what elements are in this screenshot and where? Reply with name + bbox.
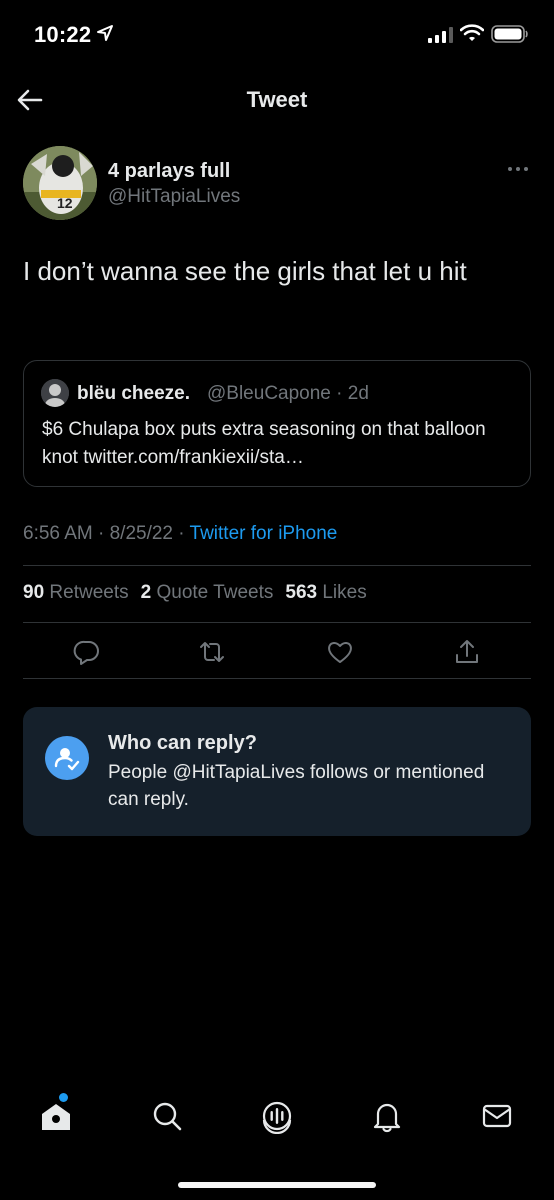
divider bbox=[23, 622, 531, 623]
page-title: Tweet bbox=[246, 87, 308, 112]
author-avatar[interactable]: 12 bbox=[23, 146, 97, 220]
quoted-tweet-text: $6 Chulapa box puts extra seasoning on t… bbox=[42, 419, 486, 468]
bottom-tab-bar bbox=[0, 1090, 554, 1146]
search-icon[interactable] bbox=[149, 1098, 185, 1134]
avatar-photo-icon: 12 bbox=[23, 146, 97, 220]
retweet-icon[interactable] bbox=[198, 638, 226, 666]
likes-count: 563 bbox=[285, 582, 318, 603]
like-heart-icon[interactable] bbox=[326, 638, 354, 666]
share-icon[interactable] bbox=[453, 638, 481, 666]
user-check-icon bbox=[54, 748, 80, 771]
status-bar: 10:22 bbox=[0, 0, 554, 66]
svg-text:12: 12 bbox=[57, 195, 73, 211]
likes-label: Likes bbox=[322, 582, 367, 603]
tweet-timestamp: 6:56 AM · 8/25/22 · Twitter for iPhone bbox=[23, 523, 337, 545]
messages-envelope-icon[interactable] bbox=[479, 1098, 515, 1134]
who-can-reply-title: Who can reply? bbox=[108, 732, 257, 754]
retweets-stat[interactable]: 90 Retweets bbox=[23, 582, 129, 603]
quoted-author-handle: @BleuCapone · 2d bbox=[207, 383, 369, 404]
navigation-bar: Tweet bbox=[0, 74, 554, 124]
tweet-text: I don’t wanna see the girls that let u h… bbox=[23, 256, 467, 286]
retweets-count: 90 bbox=[23, 582, 45, 603]
who-can-reply-badge bbox=[45, 736, 89, 780]
cellular-signal-icon bbox=[428, 27, 453, 43]
home-notification-dot bbox=[59, 1093, 68, 1102]
author-handle[interactable]: @HitTapiaLives bbox=[108, 186, 240, 208]
likes-stat[interactable]: 563 Likes bbox=[285, 582, 366, 603]
who-can-reply-description: People @HitTapiaLives follows or mention… bbox=[108, 762, 485, 810]
who-can-reply-card: Who can reply? People @HitTapiaLives fol… bbox=[23, 707, 531, 836]
home-indicator[interactable] bbox=[178, 1182, 376, 1188]
reply-icon[interactable] bbox=[73, 638, 101, 666]
more-options-icon[interactable] bbox=[507, 164, 529, 174]
divider bbox=[23, 565, 531, 566]
notifications-bell-icon[interactable] bbox=[369, 1098, 405, 1134]
status-time: 10:22 bbox=[34, 22, 92, 47]
tweet-author: 12 4 parlays full @HitTapiaLives bbox=[23, 146, 533, 222]
quotes-count: 2 bbox=[140, 582, 152, 603]
author-name[interactable]: 4 parlays full bbox=[108, 160, 230, 183]
location-arrow-icon bbox=[97, 25, 113, 41]
spaces-icon[interactable] bbox=[259, 1098, 295, 1134]
quoted-author-avatar bbox=[41, 379, 69, 407]
tweet-stats: 90 Retweets 2 Quote Tweets 563 Likes bbox=[23, 582, 367, 604]
home-icon[interactable] bbox=[38, 1098, 74, 1134]
battery-icon bbox=[491, 25, 528, 43]
tweet-source-link[interactable]: Twitter for iPhone bbox=[190, 523, 338, 544]
quoted-avatar-photo-icon bbox=[41, 379, 69, 407]
wifi-icon bbox=[460, 24, 484, 41]
divider bbox=[23, 678, 531, 679]
tweet-actions bbox=[23, 634, 531, 670]
quotes-label: Quote Tweets bbox=[156, 582, 274, 603]
quoted-tweet-card[interactable]: blëu cheeze. @BleuCapone · 2d $6 Chulapa… bbox=[23, 360, 531, 487]
quoted-author-name: blëu cheeze. bbox=[77, 383, 190, 404]
retweets-label: Retweets bbox=[49, 582, 129, 603]
quotes-stat[interactable]: 2 Quote Tweets bbox=[141, 582, 274, 603]
tweet-time: 6:56 AM · 8/25/22 · bbox=[23, 523, 190, 544]
